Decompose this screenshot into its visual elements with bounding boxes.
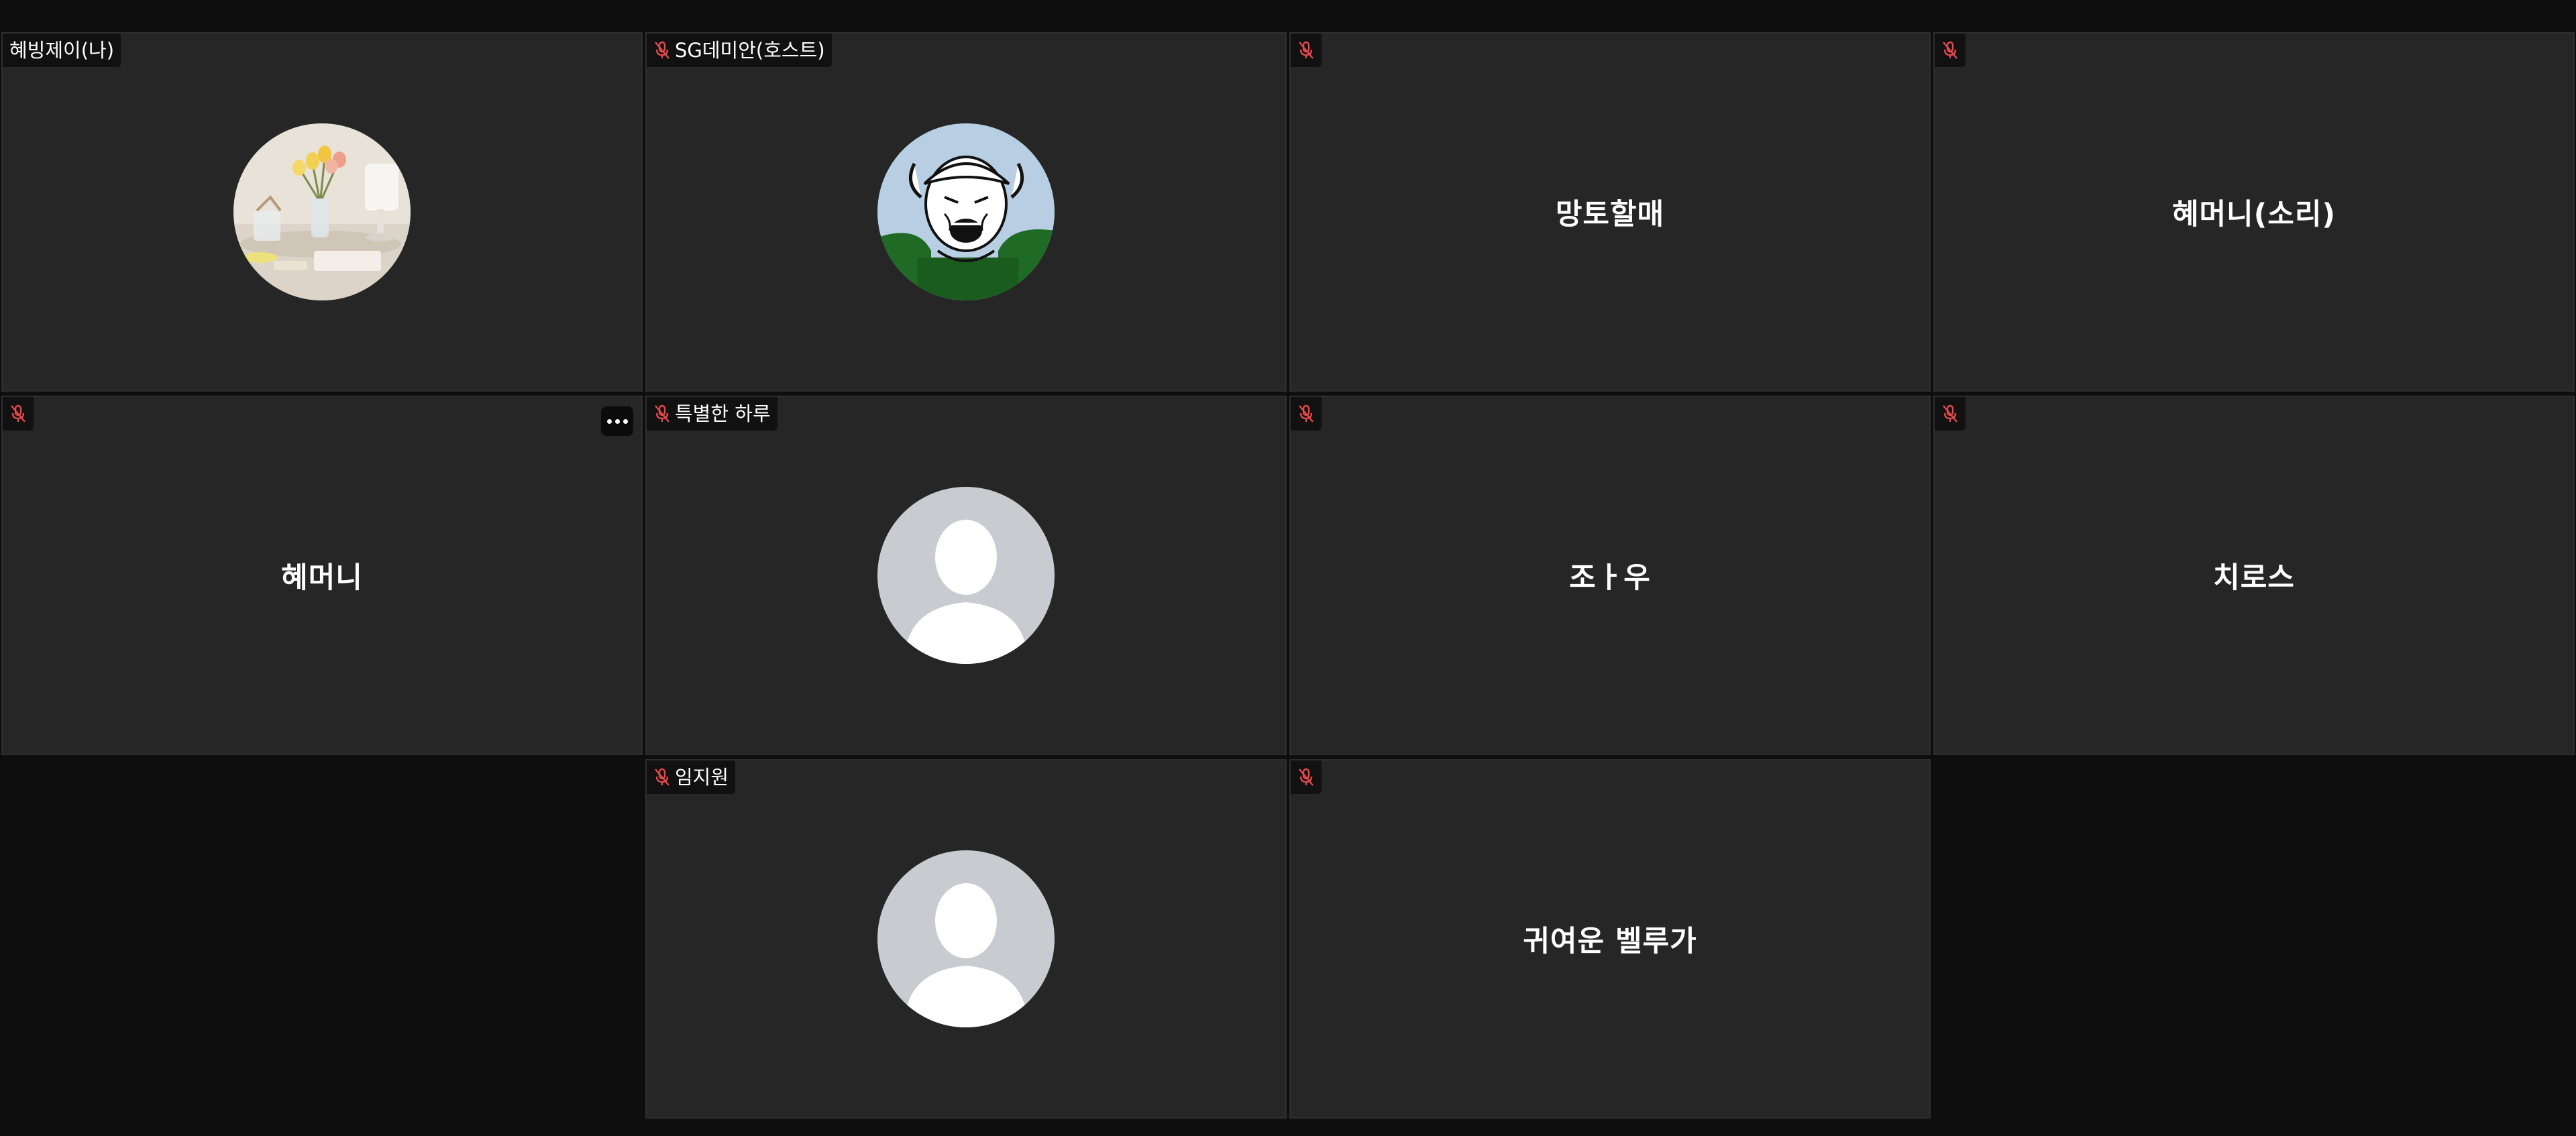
participant-tile[interactable]: 조ㅏ우 xyxy=(1289,396,1931,755)
participant-tile[interactable]: 혜머니 xyxy=(1,396,643,755)
participant-tile[interactable]: 임지원 xyxy=(645,759,1287,1119)
participant-name-tag xyxy=(1935,397,1966,431)
video-grid: 혜빙제이(나) SG데미안(호스트) 망토할매 혜머니(소리) 혜머니 특별한 … xyxy=(0,0,2576,1136)
participant-tile[interactable]: 귀여운 벨루가 xyxy=(1289,759,1931,1119)
participant-name: 특별한 하루 xyxy=(675,402,771,425)
participant-tile[interactable]: 혜머니(소리) xyxy=(1933,32,2575,392)
participant-display-name: 혜머니 xyxy=(281,561,363,595)
participant-display-name: 조ㅏ우 xyxy=(1569,561,1651,595)
participant-name-tag xyxy=(1935,34,1966,67)
participant-display-name: 망토할매 xyxy=(1555,198,1665,231)
participant-tile[interactable]: 치로스 xyxy=(1933,396,2575,755)
mic-off-icon xyxy=(1943,41,1957,59)
participant-display-name: 치로스 xyxy=(2213,561,2295,595)
participant-name-tag: 임지원 xyxy=(647,760,736,794)
default-avatar-icon xyxy=(877,487,1055,664)
participant-tile[interactable]: 망토할매 xyxy=(1289,32,1931,392)
participant-name-tag xyxy=(3,397,34,431)
participant-display-name: 귀여운 벨루가 xyxy=(1523,925,1697,958)
mic-off-icon xyxy=(655,404,669,422)
participant-tile[interactable]: SG데미안(호스트) xyxy=(645,32,1287,392)
mic-off-icon xyxy=(655,41,669,59)
mic-off-icon xyxy=(11,404,25,422)
participant-name: SG데미안(호스트) xyxy=(675,39,825,62)
participant-name: 혜빙제이(나) xyxy=(9,39,115,62)
participant-avatar xyxy=(233,123,411,300)
participant-tile[interactable]: 특별한 하루 xyxy=(645,396,1287,755)
participant-name-tag xyxy=(1291,397,1322,431)
default-avatar-icon xyxy=(877,850,1055,1027)
participant-avatar xyxy=(877,123,1055,300)
mic-off-icon xyxy=(1299,768,1313,786)
participant-name-tag: 특별한 하루 xyxy=(647,397,777,431)
participant-name: 임지원 xyxy=(675,766,729,789)
participant-display-name: 혜머니(소리) xyxy=(2171,198,2337,231)
participant-name-tag: SG데미안(호스트) xyxy=(647,34,832,67)
more-options-icon[interactable] xyxy=(601,406,633,436)
mic-off-icon xyxy=(655,768,669,786)
mic-off-icon xyxy=(1299,41,1313,59)
participant-name-tag: 혜빙제이(나) xyxy=(3,34,121,67)
mic-off-icon xyxy=(1299,404,1313,422)
participant-name-tag xyxy=(1291,760,1322,794)
participant-tile[interactable]: 혜빙제이(나) xyxy=(1,32,643,392)
participant-name-tag xyxy=(1291,34,1322,67)
mic-off-icon xyxy=(1943,404,1957,422)
